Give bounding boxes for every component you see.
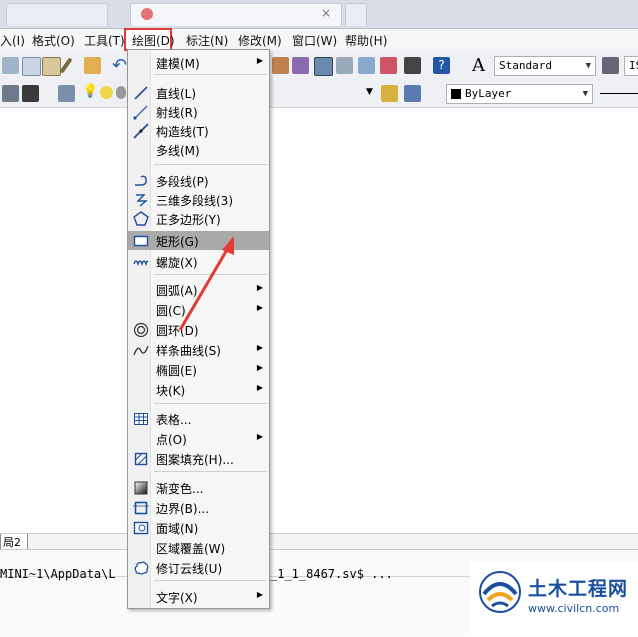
annotation-arrow — [178, 236, 234, 331]
